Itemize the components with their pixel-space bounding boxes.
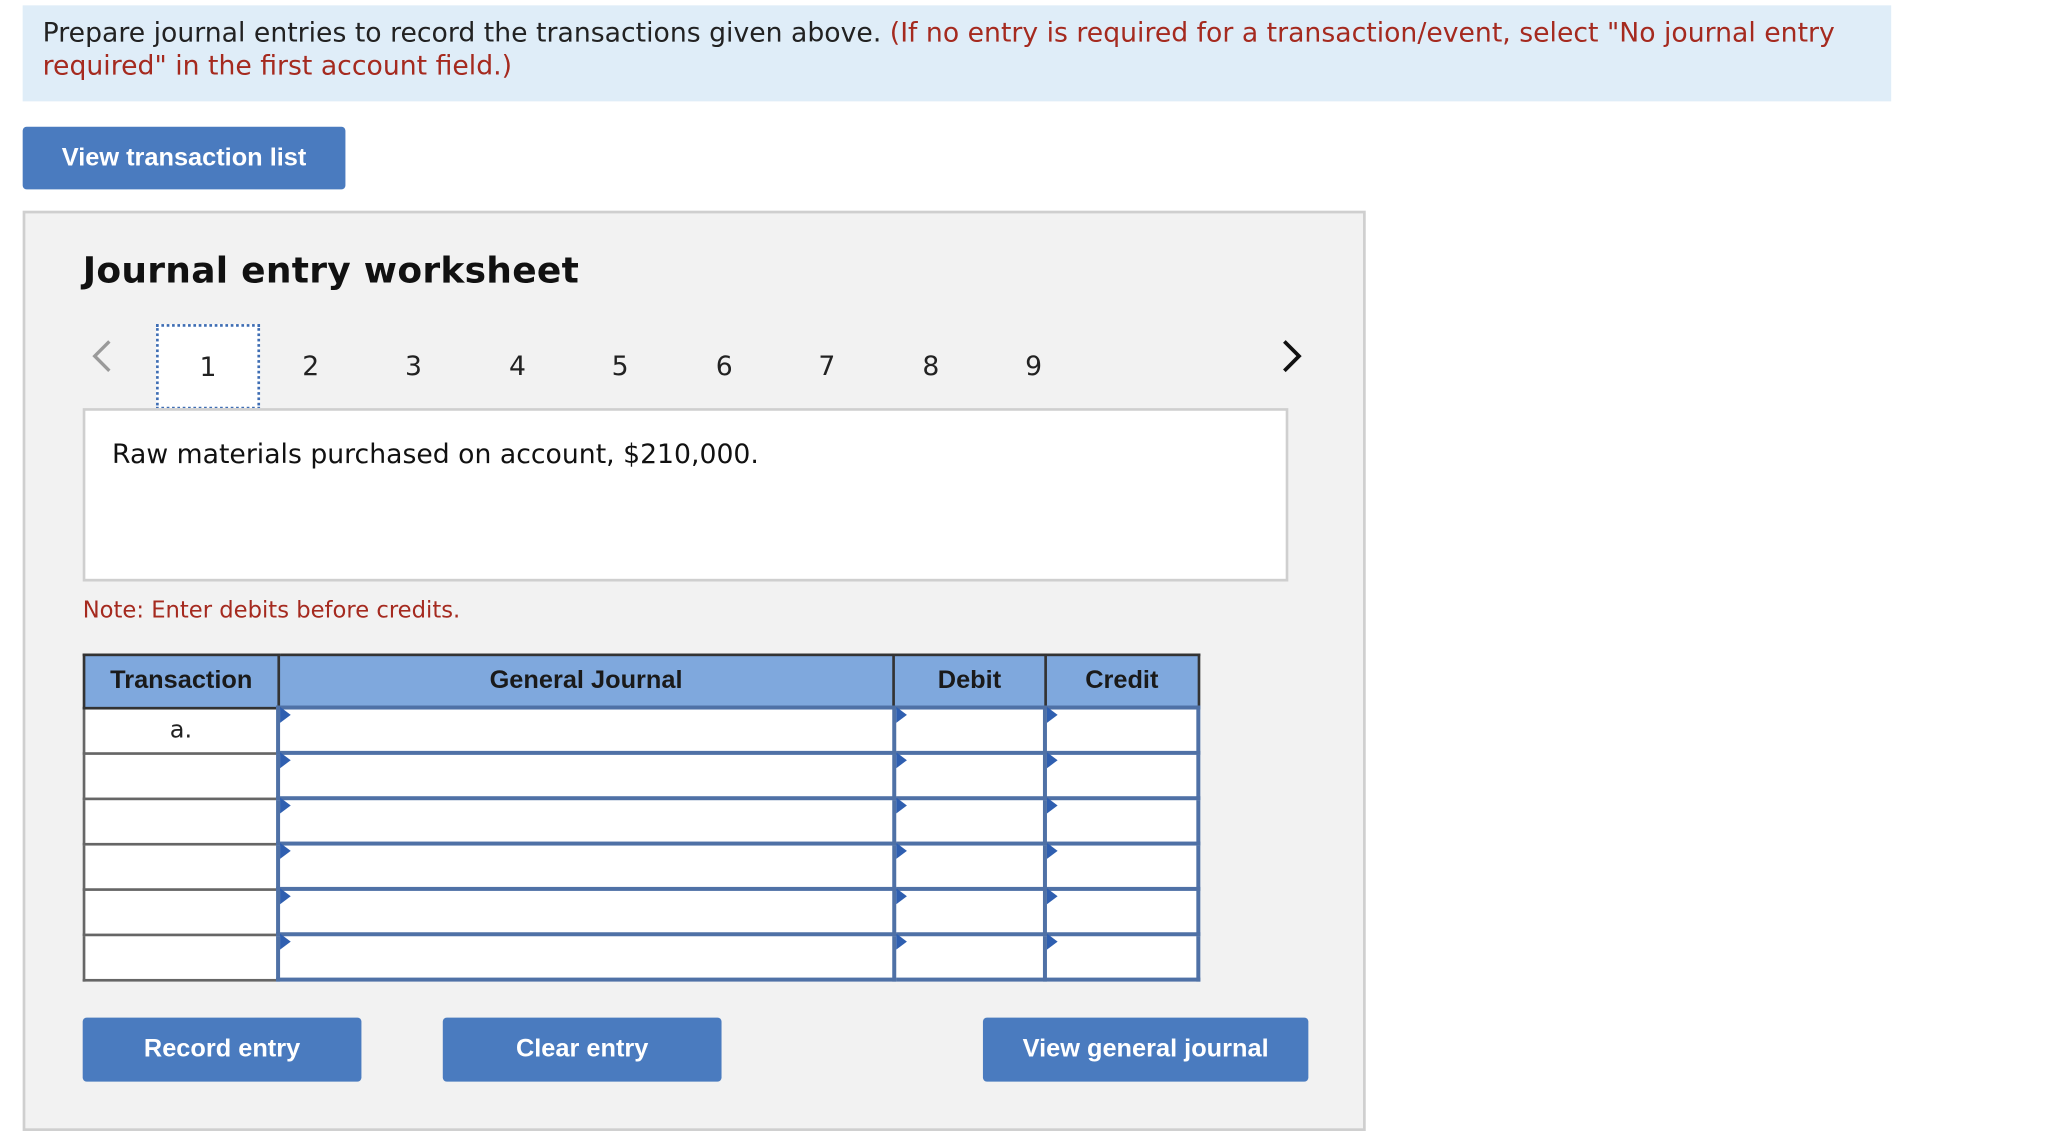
- credit-input[interactable]: [1043, 932, 1201, 982]
- debits-note: Note: Enter debits before credits.: [82, 597, 461, 625]
- tab-3[interactable]: 3: [361, 325, 465, 405]
- debit-input[interactable]: [891, 841, 1048, 891]
- journal-row: [82, 796, 1201, 846]
- debit-input[interactable]: [891, 932, 1048, 982]
- debit-input[interactable]: [891, 796, 1048, 846]
- debit-input[interactable]: [891, 886, 1048, 937]
- tab-7[interactable]: 7: [775, 325, 879, 405]
- transaction-description-text: Raw materials purchased on account, $210…: [112, 437, 759, 470]
- account-input[interactable]: [276, 705, 896, 755]
- account-input[interactable]: [276, 886, 896, 937]
- debit-input[interactable]: [891, 750, 1048, 801]
- instructions-banner: Prepare journal entries to record the tr…: [22, 5, 1892, 102]
- transaction-cell: [82, 751, 280, 800]
- account-input[interactable]: [276, 750, 896, 801]
- tab-2[interactable]: 2: [259, 325, 363, 405]
- journal-row: [82, 750, 1201, 801]
- journal-row: [82, 932, 1201, 982]
- tab-9[interactable]: 9: [982, 325, 1086, 405]
- tab-4[interactable]: 4: [465, 325, 569, 405]
- general-journal-table: Transaction General Journal Debit Credit…: [82, 653, 1201, 982]
- credit-input[interactable]: [1043, 750, 1201, 801]
- header-credit: Credit: [1043, 653, 1200, 709]
- account-input[interactable]: [276, 796, 896, 846]
- worksheet-title: Journal entry worksheet: [82, 250, 580, 293]
- debit-input[interactable]: [891, 705, 1048, 755]
- journal-row: [82, 886, 1201, 937]
- page: Prepare journal entries to record the tr…: [0, 0, 2066, 1131]
- account-input[interactable]: [276, 932, 896, 982]
- account-input[interactable]: [276, 841, 896, 891]
- chevron-right-icon[interactable]: [1279, 339, 1306, 374]
- clear-entry-button[interactable]: Clear entry: [442, 1017, 722, 1082]
- transaction-description: Raw materials purchased on account, $210…: [82, 408, 1289, 582]
- tab-1[interactable]: 1: [156, 324, 261, 410]
- credit-input[interactable]: [1043, 796, 1201, 846]
- journal-entry-worksheet-panel: Journal entry worksheet 123456789 Raw ma…: [22, 210, 1366, 1131]
- tab-6[interactable]: 6: [672, 325, 776, 405]
- tab-8[interactable]: 8: [879, 325, 983, 405]
- transaction-cell: [82, 887, 280, 936]
- credit-input[interactable]: [1043, 841, 1201, 891]
- transaction-cell: a.: [82, 706, 280, 755]
- header-general-journal: General Journal: [277, 653, 895, 709]
- journal-row: a.: [82, 705, 1201, 755]
- chevron-left-icon[interactable]: [89, 339, 116, 374]
- view-transaction-list-button[interactable]: View transaction list: [22, 126, 346, 190]
- record-entry-button[interactable]: Record entry: [82, 1017, 362, 1082]
- transaction-cell: [82, 932, 280, 981]
- transaction-cell: [82, 842, 280, 891]
- credit-input[interactable]: [1043, 886, 1201, 937]
- journal-row: [82, 841, 1201, 891]
- transaction-cell: [82, 796, 280, 845]
- header-debit: Debit: [892, 653, 1047, 709]
- tab-5[interactable]: 5: [568, 325, 672, 405]
- view-general-journal-button[interactable]: View general journal: [982, 1017, 1309, 1082]
- header-transaction: Transaction: [82, 653, 280, 709]
- instructions-main: Prepare journal entries to record the tr…: [42, 16, 890, 49]
- journal-header-row: Transaction General Journal Debit Credit: [82, 653, 1200, 709]
- credit-input[interactable]: [1043, 705, 1201, 755]
